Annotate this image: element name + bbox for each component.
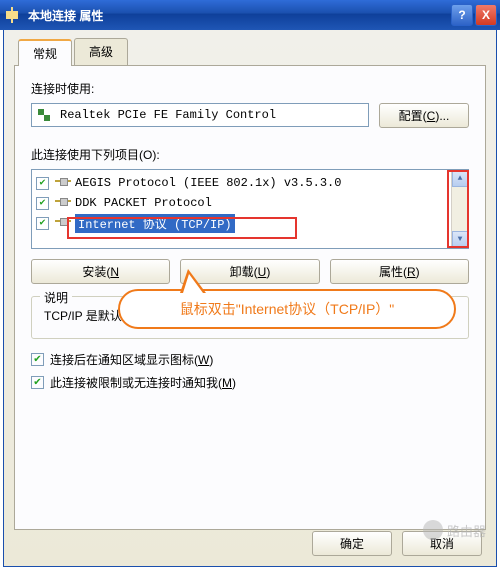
ok-button[interactable]: 确定 bbox=[312, 531, 392, 556]
checkbox-show-icon[interactable] bbox=[31, 353, 44, 366]
properties-button[interactable]: 属性(R) bbox=[330, 259, 469, 284]
checkbox[interactable] bbox=[36, 197, 49, 210]
close-button[interactable]: X bbox=[475, 4, 497, 26]
connection-icon bbox=[6, 7, 22, 23]
watermark-icon bbox=[423, 520, 443, 540]
tab-advanced[interactable]: 高级 bbox=[74, 38, 128, 65]
install-button[interactable]: 安装(N bbox=[31, 259, 170, 284]
item-label: Internet 协议 (TCP/IP) bbox=[75, 214, 235, 233]
adapter-row: Realtek PCIe FE Family Control 配置(C)... bbox=[31, 103, 469, 128]
tab-general[interactable]: 常规 bbox=[18, 39, 72, 66]
titlebar[interactable]: 本地连接 属性 ? X bbox=[0, 0, 500, 30]
item-label: DDK PACKET Protocol bbox=[75, 196, 212, 210]
show-icon-row[interactable]: 连接后在通知区域显示图标(W) bbox=[31, 351, 469, 368]
protocol-icon bbox=[55, 216, 71, 230]
scroll-down-button[interactable]: ▼ bbox=[452, 231, 468, 248]
window-title: 本地连接 属性 bbox=[28, 7, 449, 24]
callout-text: 鼠标双击"Internet协议（TCP/IP）" bbox=[180, 299, 395, 319]
adapter-icon bbox=[36, 108, 54, 122]
checkbox[interactable] bbox=[36, 177, 49, 190]
configure-button[interactable]: 配置(C)... bbox=[379, 103, 469, 128]
checkbox-notify[interactable] bbox=[31, 376, 44, 389]
connect-using-label: 连接时使用: bbox=[31, 80, 469, 97]
list-item-selected[interactable]: Internet 协议 (TCP/IP) bbox=[34, 213, 449, 233]
notify-row[interactable]: 此连接被限制或无连接时通知我(M) bbox=[31, 374, 469, 391]
items-list-wrapper: AEGIS Protocol (IEEE 802.1x) v3.5.3.0 DD… bbox=[31, 169, 469, 249]
checkbox[interactable] bbox=[36, 217, 49, 230]
watermark-text: 路由器 bbox=[447, 521, 486, 540]
adapter-field[interactable]: Realtek PCIe FE Family Control bbox=[31, 103, 369, 127]
tabs: 常规 高级 bbox=[4, 30, 496, 65]
items-listbox[interactable]: AEGIS Protocol (IEEE 802.1x) v3.5.3.0 DD… bbox=[31, 169, 469, 249]
protocol-icon bbox=[55, 196, 71, 210]
item-label: AEGIS Protocol (IEEE 802.1x) v3.5.3.0 bbox=[75, 176, 341, 190]
watermark: 路由器 bbox=[423, 520, 486, 540]
list-content: AEGIS Protocol (IEEE 802.1x) v3.5.3.0 DD… bbox=[32, 170, 451, 248]
action-buttons: 安装(N 卸载(U) 属性(R) bbox=[31, 259, 469, 284]
notify-label: 此连接被限制或无连接时通知我(M) bbox=[50, 374, 236, 391]
scrollbar[interactable]: ▲ ▼ bbox=[451, 170, 468, 248]
help-button[interactable]: ? bbox=[451, 4, 473, 26]
scroll-track[interactable] bbox=[452, 187, 468, 231]
list-item[interactable]: DDK PACKET Protocol bbox=[34, 193, 449, 213]
adapter-name: Realtek PCIe FE Family Control bbox=[60, 108, 276, 122]
description-legend: 说明 bbox=[40, 289, 72, 306]
show-icon-label: 连接后在通知区域显示图标(W) bbox=[50, 351, 213, 368]
items-label: 此连接使用下列项目(O): bbox=[31, 146, 469, 163]
protocol-icon bbox=[55, 176, 71, 190]
scroll-up-button[interactable]: ▲ bbox=[452, 170, 468, 187]
tutorial-callout: 鼠标双击"Internet协议（TCP/IP）" bbox=[118, 289, 456, 329]
list-item[interactable]: AEGIS Protocol (IEEE 802.1x) v3.5.3.0 bbox=[34, 173, 449, 193]
